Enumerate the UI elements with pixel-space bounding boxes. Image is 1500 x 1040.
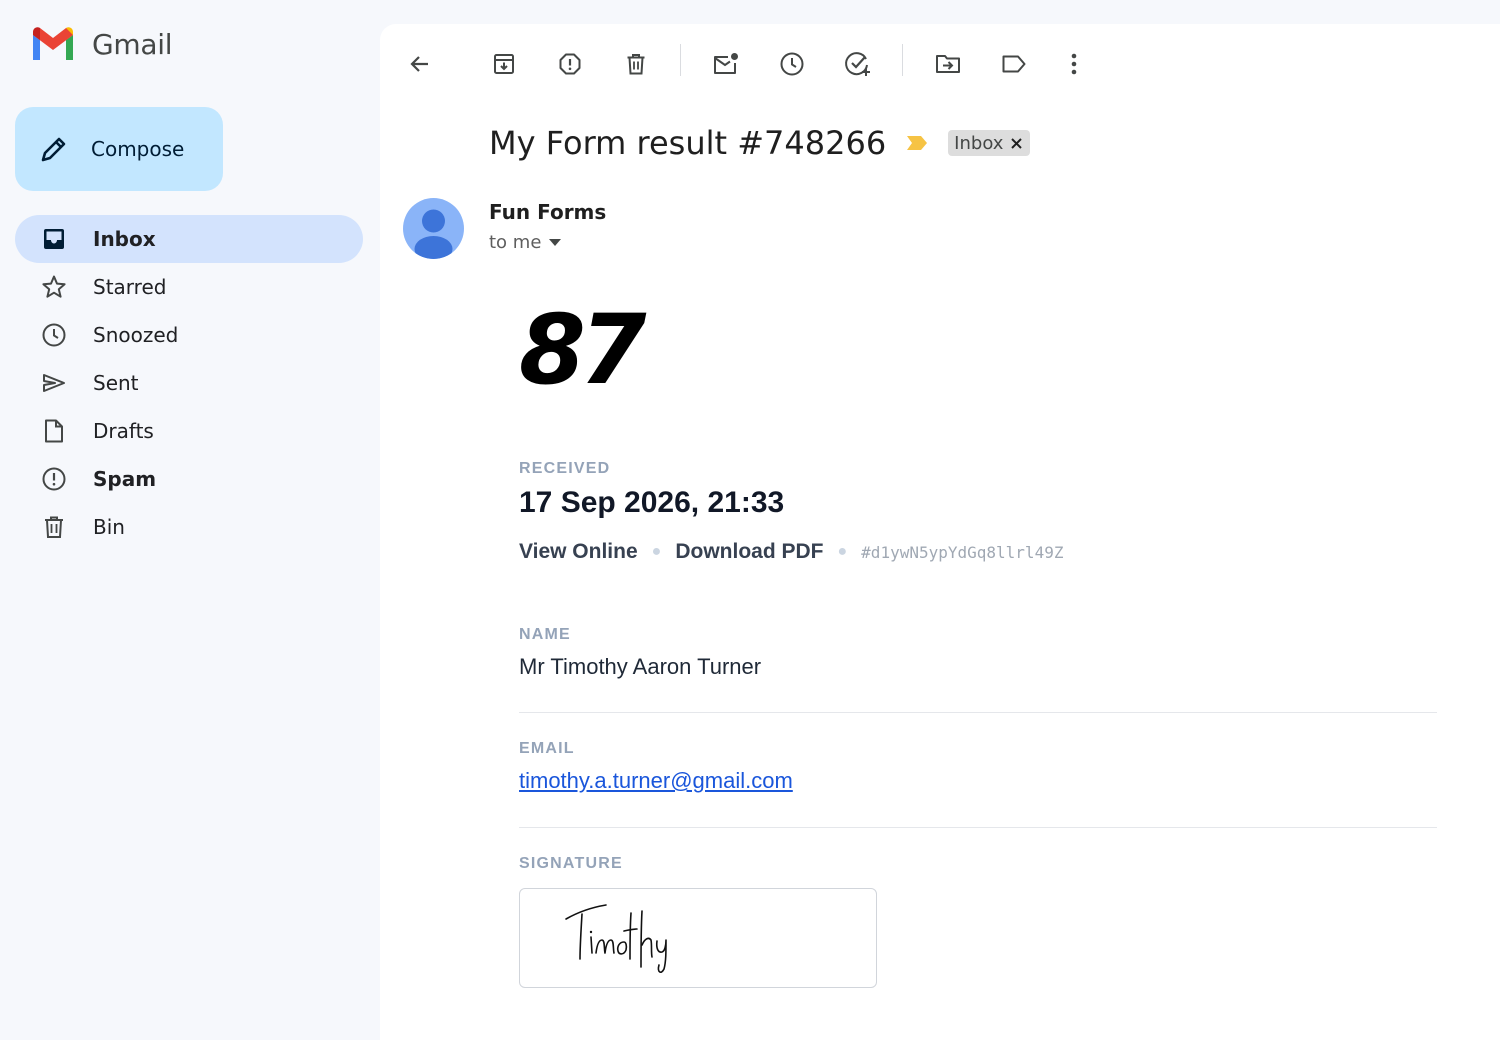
clock-icon (41, 322, 67, 348)
send-icon (41, 370, 67, 396)
person-icon (414, 209, 453, 259)
sidebar-item-sent[interactable]: Sent (15, 359, 363, 407)
label-button[interactable] (990, 40, 1038, 88)
inbox-label-chip: Inbox (948, 130, 1031, 156)
sidebar-item-starred[interactable]: Starred (15, 263, 363, 311)
received-label: RECEIVED (519, 460, 611, 477)
view-online-link[interactable]: View Online (519, 540, 638, 564)
field-divider (519, 712, 1437, 713)
sidebar-item-inbox[interactable]: Inbox (15, 215, 363, 263)
signature-label: SIGNATURE (519, 855, 623, 872)
form-score: 87 (519, 294, 647, 406)
sidebar-item-bin[interactable]: Bin (15, 503, 363, 551)
message-view: My Form result #748266 Inbox Fun Forms t… (380, 24, 1500, 1040)
signature-image (565, 904, 667, 973)
delete-button[interactable] (612, 40, 660, 88)
separator-dot: ● (651, 543, 662, 560)
recipient-line: to me (489, 232, 542, 253)
gmail-m-icon (33, 27, 73, 60)
download-pdf-link[interactable]: Download PDF (675, 540, 823, 564)
more-vert-icon (1071, 53, 1077, 75)
field-divider (519, 827, 1437, 828)
sidebar-item-label: Inbox (93, 227, 156, 251)
gmail-logo[interactable]: Gmail (30, 26, 173, 62)
sidebar-item-snoozed[interactable]: Snoozed (15, 311, 363, 359)
email-label: EMAIL (519, 740, 575, 757)
close-icon (1011, 137, 1023, 149)
pencil-icon (41, 137, 66, 162)
report-spam-icon (559, 53, 581, 75)
back-button[interactable] (396, 40, 444, 88)
label-icon (1002, 55, 1026, 73)
compose-label: Compose (91, 137, 185, 161)
mark-unread-icon (714, 53, 738, 74)
archive-icon (494, 54, 514, 74)
sidebar-item-label: Starred (93, 275, 167, 299)
toolbar-separator (902, 44, 903, 76)
compose-button[interactable]: Compose (15, 107, 223, 191)
trash-icon (41, 514, 67, 540)
email-subject: My Form result #748266 (489, 124, 887, 162)
sidebar-item-label: Bin (93, 515, 125, 539)
sidebar-item-drafts[interactable]: Drafts (15, 407, 363, 455)
name-value: Mr Timothy Aaron Turner (519, 654, 762, 679)
subject-row: My Form result #748266 Inbox (489, 124, 1031, 162)
sidebar-item-label: Drafts (93, 419, 154, 443)
toolbar-separator (680, 44, 681, 76)
remove-label-button[interactable] (1011, 137, 1023, 149)
separator-dot: ● (837, 543, 848, 560)
email-body: 87 RECEIVED 17 Sep 2026, 21:33 View Onli… (519, 294, 1437, 988)
sidebar-item-label: Sent (93, 371, 139, 395)
sender-name[interactable]: Fun Forms (489, 200, 606, 224)
signature-box (519, 888, 877, 988)
sender-avatar[interactable] (403, 198, 464, 259)
received-value: 17 Sep 2026, 21:33 (519, 486, 785, 519)
delete-icon (627, 54, 645, 75)
add-task-icon (845, 52, 870, 76)
caret-down-icon (549, 238, 562, 246)
snooze-icon (780, 52, 804, 76)
add-to-tasks-button[interactable] (834, 40, 882, 88)
move-to-icon (936, 55, 960, 73)
inbox-icon (41, 226, 67, 252)
move-to-button[interactable] (924, 40, 972, 88)
spam-icon (41, 466, 67, 492)
more-options-button[interactable] (1050, 40, 1098, 88)
recipient-details-toggle[interactable]: to me (489, 232, 562, 253)
sidebar-item-label: Spam (93, 467, 157, 491)
report-spam-button[interactable] (546, 40, 594, 88)
email-value-link[interactable]: timothy.a.turner@gmail.com (519, 768, 793, 794)
label-chip-text: Inbox (954, 132, 1004, 154)
sidebar-item-spam[interactable]: Spam (15, 455, 363, 503)
message-toolbar (380, 24, 1500, 94)
sidebar-item-label: Snoozed (93, 323, 179, 347)
result-links: View Online ● Download PDF ● #d1ywN5ypYd… (519, 540, 1063, 564)
draft-icon (41, 418, 67, 444)
snooze-button[interactable] (768, 40, 816, 88)
name-label: NAME (519, 626, 571, 643)
mark-unread-button[interactable] (702, 40, 750, 88)
sidebar-nav: Inbox Starred Snoozed Sent Drafts Spam B… (15, 215, 363, 551)
submission-id: #d1ywN5ypYdGq8llrl49Z (861, 542, 1064, 562)
brand-name: Gmail (92, 27, 173, 61)
archive-button[interactable] (480, 40, 528, 88)
star-icon (41, 274, 67, 300)
importance-marker-icon[interactable] (906, 135, 928, 151)
back-arrow-icon (410, 56, 428, 72)
